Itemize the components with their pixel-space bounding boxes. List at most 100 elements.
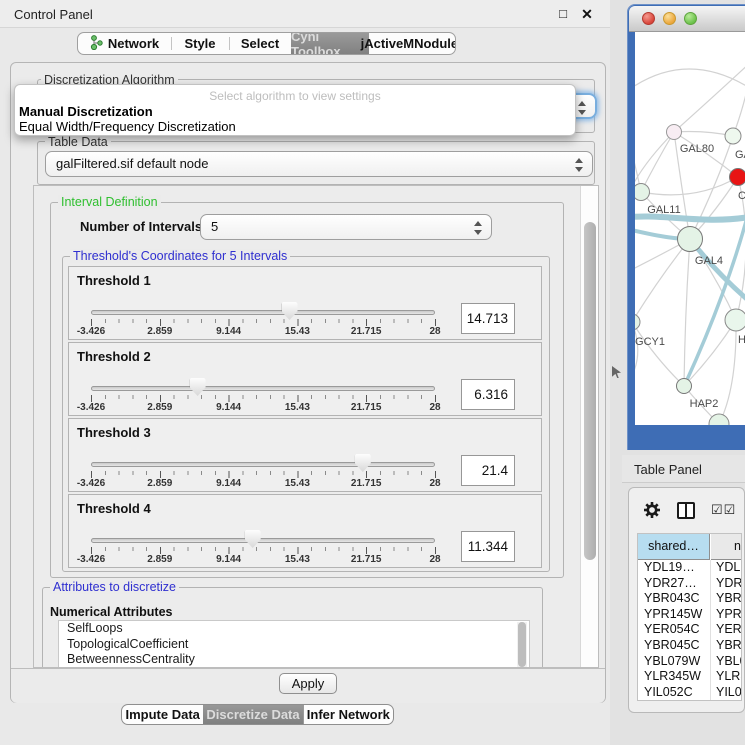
network-node[interactable] — [678, 227, 703, 252]
network-edge[interactable] — [641, 132, 674, 192]
apply-button[interactable]: Apply — [279, 673, 337, 694]
spinner-icon[interactable] — [474, 220, 482, 236]
table-row[interactable]: YBL079W YBL0 — [638, 654, 742, 670]
cell-name[interactable]: YIL0 — [716, 685, 742, 699]
table-row[interactable]: YBR043C YBR0 — [638, 591, 742, 607]
cell-name[interactable]: YDR2 — [716, 576, 742, 590]
network-node[interactable] — [667, 125, 682, 140]
network-node[interactable] — [730, 169, 745, 186]
scale-tick-label: 9.144 — [216, 554, 241, 565]
network-node[interactable] — [677, 379, 692, 394]
cell-name[interactable]: YBR0 — [716, 638, 742, 652]
dropdown-option-manual-discretization[interactable]: Manual Discretization — [19, 104, 153, 119]
cell-shared-name[interactable]: YDR27… — [644, 576, 708, 590]
column-layout-icon[interactable] — [677, 502, 695, 519]
network-edge[interactable] — [674, 132, 733, 137]
thresholds-group-label: Threshold's Coordinates for 5 Intervals — [70, 249, 290, 263]
attribute-list-item[interactable]: SelfLoops — [59, 621, 529, 637]
network-node[interactable] — [635, 314, 640, 330]
network-edge[interactable] — [635, 322, 638, 388]
network-edge[interactable] — [641, 177, 738, 195]
threshold-slider-track[interactable] — [91, 538, 435, 543]
cell-name[interactable]: YLR3 — [716, 669, 742, 683]
float-window-icon[interactable]: □ — [554, 5, 572, 23]
cell-shared-name[interactable]: YBR043C — [644, 591, 708, 605]
cell-name[interactable]: YBR0 — [716, 591, 742, 605]
spinner-icon[interactable] — [575, 157, 583, 173]
table-row[interactable]: YBR045C YBR0 — [638, 638, 742, 654]
network-node[interactable] — [725, 128, 741, 144]
cell-name[interactable]: YBL0 — [716, 654, 742, 668]
cell-shared-name[interactable]: YDL19… — [644, 560, 708, 574]
cell-name[interactable]: YER0 — [716, 622, 742, 636]
numerical-attributes-list[interactable]: SelfLoopsTopologicalCoefficientBetweenne… — [58, 620, 530, 668]
network-node[interactable] — [709, 414, 729, 425]
column-header-name[interactable]: na — [711, 534, 742, 560]
network-edge[interactable] — [635, 69, 745, 94]
tab-select[interactable]: Select — [229, 33, 291, 54]
network-edge[interactable] — [684, 239, 690, 386]
number-of-intervals-combobox[interactable]: 5 — [200, 214, 492, 240]
network-node[interactable] — [725, 309, 745, 331]
cell-shared-name[interactable]: YER054C — [644, 622, 708, 636]
attribute-list-item[interactable]: TopologicalCoefficient — [59, 637, 529, 653]
zoom-traffic-light[interactable] — [684, 12, 697, 25]
threshold-value-field[interactable]: 14.713 — [461, 303, 515, 334]
network-node[interactable] — [635, 184, 650, 201]
attribute-list-item[interactable]: BetweennessCentrality — [59, 652, 529, 668]
gear-icon[interactable] — [643, 501, 661, 524]
network-edge[interactable] — [635, 239, 690, 322]
threshold-value-field[interactable]: 6.316 — [461, 379, 515, 410]
close-traffic-light[interactable] — [642, 12, 655, 25]
table-row[interactable]: YIL052C YIL0 — [638, 685, 742, 701]
cell-shared-name[interactable]: YBL079W — [644, 654, 708, 668]
table-row[interactable]: YDL19… YDL1 — [638, 560, 742, 576]
attributes-list-scrollbar[interactable] — [517, 622, 527, 667]
network-edge[interactable] — [635, 322, 684, 386]
cell-name[interactable]: YPR1 — [716, 607, 742, 621]
slider-thumb[interactable] — [355, 454, 371, 472]
settings-scrollbar[interactable] — [580, 186, 598, 667]
slider-major-ticks — [91, 471, 436, 478]
threshold-value-field[interactable]: 11.344 — [461, 531, 515, 562]
threshold-slider-track[interactable] — [91, 462, 435, 467]
network-edge-highlight[interactable] — [635, 216, 745, 220]
table-row[interactable]: YDR27… YDR2 — [638, 576, 742, 592]
dropdown-option-equal-width-frequency[interactable]: Equal Width/Frequency Discretization — [19, 119, 236, 134]
threshold-panel: Threshold 4 -3.4262.8599.14415.4321.7152… — [68, 494, 542, 568]
table-data-combobox[interactable]: galFiltered.sif default node — [45, 151, 593, 177]
minimize-traffic-light[interactable] — [663, 12, 676, 25]
network-edge[interactable] — [719, 320, 736, 424]
tab-impute-data[interactable]: Impute Data — [122, 705, 203, 724]
table-row[interactable]: YER054C YER0 — [638, 622, 742, 638]
tab-network[interactable]: Network — [78, 33, 171, 54]
checkbox-pair-icon[interactable]: ☑☑ — [711, 502, 736, 518]
close-icon[interactable]: ✕ — [578, 5, 596, 23]
tab-infer-network[interactable]: Infer Network — [303, 705, 393, 724]
threshold-slider-track[interactable] — [91, 386, 435, 391]
table-row[interactable]: YPR145W YPR1 — [638, 607, 742, 623]
network-edge[interactable] — [635, 128, 641, 192]
cell-name[interactable]: YDL1 — [716, 560, 742, 574]
tab-jactivemnodules[interactable]: jActiveMNodules — [369, 33, 456, 54]
spinner-icon[interactable] — [578, 100, 586, 116]
cell-shared-name[interactable]: YLR345W — [644, 669, 708, 683]
tab-style[interactable]: Style — [171, 33, 229, 54]
scrollbar-thumb[interactable] — [584, 222, 596, 560]
network-canvas[interactable]: GAL80GACGAL11GAL4HGCY1HAP2 — [635, 32, 745, 425]
slider-thumb[interactable] — [245, 530, 261, 548]
slider-thumb[interactable] — [190, 378, 206, 396]
network-window-titlebar[interactable] — [629, 6, 745, 32]
slider-thumb[interactable] — [282, 302, 298, 320]
cell-shared-name[interactable]: YIL052C — [644, 685, 708, 699]
cell-shared-name[interactable]: YPR145W — [644, 607, 708, 621]
table-row[interactable]: YLR345W YLR3 — [638, 669, 742, 685]
network-edge[interactable] — [733, 68, 745, 136]
tab-cyni-toolbox[interactable]: Cyni Toolbox — [291, 33, 369, 54]
tab-discretize-data[interactable]: Discretize Data — [203, 705, 302, 724]
cell-shared-name[interactable]: YBR045C — [644, 638, 708, 652]
scale-tick-label: 21.715 — [351, 402, 382, 413]
threshold-value-field[interactable]: 21.4 — [461, 455, 515, 486]
threshold-slider-track[interactable] — [91, 310, 435, 315]
column-header-shared-name[interactable]: shared… — [638, 534, 710, 560]
